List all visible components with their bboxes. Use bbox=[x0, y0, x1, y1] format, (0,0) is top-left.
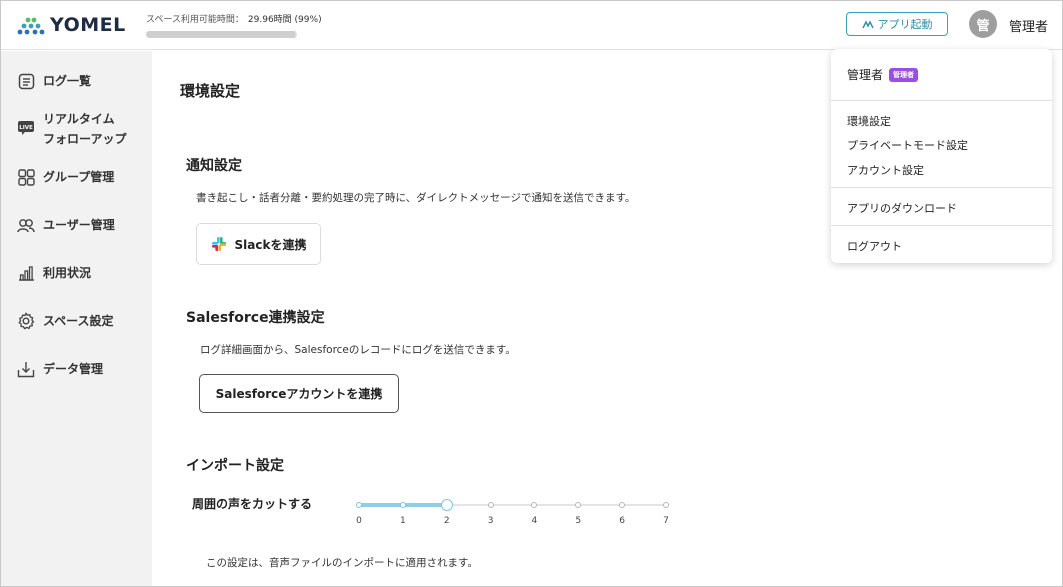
notification-description: 書き起こし・話者分離・要約処理の完了時に、ダイレクトメッセージで通知を送信できま… bbox=[196, 192, 636, 204]
launch-app-button[interactable]: アプリ起動 bbox=[846, 12, 948, 36]
yomel-logo-icon bbox=[17, 17, 45, 35]
sidebar-item-label-line2: フォローアップ bbox=[43, 132, 127, 146]
connect-slack-label: Slackを連携 bbox=[234, 237, 307, 252]
menu-divider bbox=[831, 187, 1052, 188]
slider-tick-label: 6 bbox=[619, 516, 625, 526]
bar-chart-icon bbox=[17, 264, 35, 282]
slider-tick[interactable] bbox=[663, 502, 669, 508]
import-section-title: インポート設定 bbox=[186, 458, 284, 474]
sidebar-item-data-management[interactable]: データ管理 bbox=[17, 359, 103, 379]
salesforce-description: ログ詳細画面から、Salesforceのレコードにログを送信できます。 bbox=[200, 344, 516, 356]
sidebar-item-realtime-followup[interactable]: LIVE リアルタイム フォローアップ bbox=[17, 109, 127, 149]
grid-icon bbox=[17, 168, 35, 186]
slider-thumb[interactable] bbox=[440, 499, 453, 511]
app-logo-icon bbox=[861, 19, 874, 28]
sidebar-item-label: 利用状況 bbox=[43, 266, 92, 280]
slider-tick[interactable] bbox=[619, 502, 626, 508]
slider-tick-label: 0 bbox=[356, 516, 362, 526]
menu-item-environment-settings[interactable]: 環境設定 bbox=[847, 113, 891, 129]
slider-tick-label: 7 bbox=[663, 516, 669, 526]
slider-tick[interactable] bbox=[399, 502, 406, 508]
sidebar-item-label: ユーザー管理 bbox=[43, 218, 115, 232]
sidebar-item-label-line1: リアルタイム bbox=[43, 112, 115, 126]
sidebar: ログ一覧 LIVE リアルタイム フォローアップ グループ管理 ユーザー管理 利… bbox=[0, 51, 152, 587]
menu-item-app-download[interactable]: アプリのダウンロード bbox=[847, 200, 957, 216]
top-header: YOMEL スペース利用可能時間： 29.96時間 (99%) アプリ起動 管 管… bbox=[0, 0, 1063, 50]
user-menu-header: 管理者 管理者 bbox=[847, 66, 919, 83]
sidebar-item-space-settings[interactable]: スペース設定 bbox=[17, 311, 114, 331]
sidebar-item-logs[interactable]: ログ一覧 bbox=[17, 71, 91, 91]
menu-item-logout[interactable]: ログアウト bbox=[847, 238, 902, 254]
sidebar-item-label: ログ一覧 bbox=[43, 74, 92, 88]
menu-divider bbox=[831, 100, 1052, 101]
menu-divider bbox=[831, 225, 1052, 226]
role-badge: 管理者 bbox=[889, 67, 919, 82]
user-menu: 管理者 管理者 環境設定 プライベートモード設定 アカウント設定 アプリのダウン… bbox=[831, 49, 1052, 263]
user-name[interactable]: 管理者 bbox=[1009, 16, 1048, 35]
gear-icon bbox=[17, 312, 35, 330]
sidebar-item-label: スペース設定 bbox=[43, 314, 114, 328]
slider-tick[interactable] bbox=[531, 502, 538, 508]
slider-tick-label: 1 bbox=[399, 516, 406, 526]
noise-cut-label: 周囲の声をカットする bbox=[192, 497, 313, 511]
slider-tick[interactable] bbox=[575, 502, 582, 508]
slider-tick-label: 5 bbox=[575, 516, 582, 526]
slider-tick-label: 4 bbox=[531, 516, 538, 526]
storage-indicator: スペース利用可能時間： 29.96時間 (99%) bbox=[146, 12, 322, 38]
launch-app-label: アプリ起動 bbox=[877, 18, 933, 31]
sidebar-item-label: グループ管理 bbox=[43, 170, 115, 184]
slider-tick-label: 3 bbox=[487, 516, 494, 526]
sidebar-item-label: データ管理 bbox=[43, 362, 104, 376]
slider-tick-label: 2 bbox=[443, 516, 450, 526]
document-list-icon bbox=[17, 72, 35, 90]
storage-row: スペース利用可能時間： 29.96時間 (99%) bbox=[146, 12, 322, 25]
storage-bar-fill bbox=[146, 31, 296, 38]
svg-text:LIVE: LIVE bbox=[19, 125, 33, 131]
logo-text: YOMEL bbox=[50, 14, 126, 36]
user-menu-name: 管理者 bbox=[847, 68, 884, 82]
storage-label: スペース利用可能時間： bbox=[146, 15, 244, 25]
connect-slack-button[interactable]: Slackを連携 bbox=[196, 223, 321, 265]
slack-icon bbox=[211, 237, 226, 251]
live-icon: LIVE bbox=[17, 119, 35, 137]
sidebar-item-usage[interactable]: 利用状況 bbox=[17, 263, 91, 283]
logo[interactable]: YOMEL bbox=[16, 14, 126, 36]
storage-bar bbox=[146, 31, 297, 38]
page-title: 環境設定 bbox=[180, 82, 241, 100]
menu-item-account-settings[interactable]: アカウント設定 bbox=[847, 162, 924, 178]
users-icon bbox=[17, 216, 35, 234]
noise-cut-slider[interactable]: 0 1 2 3 4 5 6 7 bbox=[356, 499, 669, 529]
slider-tick[interactable] bbox=[487, 502, 494, 508]
import-note: この設定は、音声ファイルのインポートに適用されます。 bbox=[206, 557, 478, 569]
sidebar-item-groups[interactable]: グループ管理 bbox=[17, 167, 114, 187]
connect-salesforce-label: Salesforceアカウントを連携 bbox=[215, 387, 383, 401]
download-tray-icon bbox=[17, 360, 35, 378]
sidebar-item-users[interactable]: ユーザー管理 bbox=[17, 215, 115, 235]
salesforce-section-title: Salesforce連携設定 bbox=[186, 310, 325, 326]
connect-salesforce-button[interactable]: Salesforceアカウントを連携 bbox=[199, 374, 399, 413]
sidebar-item-label: リアルタイム フォローアップ bbox=[43, 109, 127, 149]
storage-value: 29.96時間 (99%) bbox=[247, 15, 322, 25]
slider-tick[interactable] bbox=[356, 502, 362, 508]
avatar[interactable]: 管 bbox=[969, 10, 997, 38]
menu-item-private-mode-settings[interactable]: プライベートモード設定 bbox=[847, 137, 968, 153]
notification-section-title: 通知設定 bbox=[186, 158, 242, 174]
